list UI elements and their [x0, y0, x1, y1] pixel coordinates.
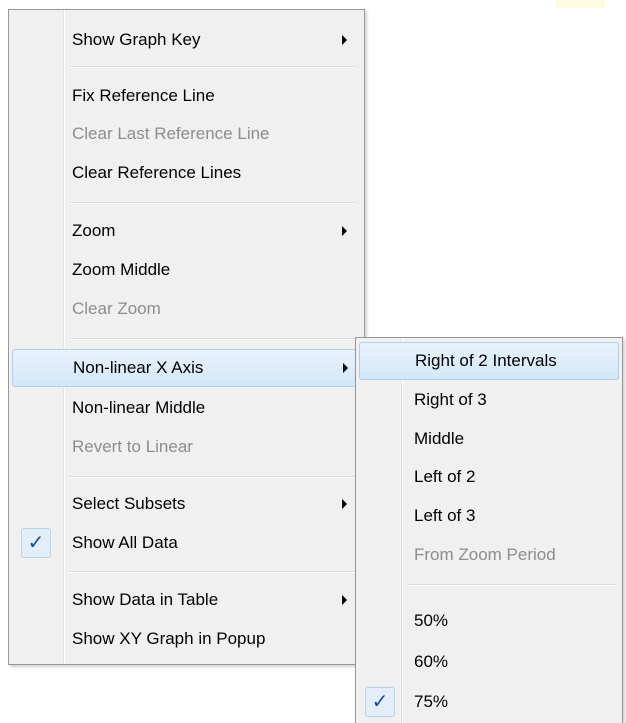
- menu-item-label: Clear Last Reference Line: [72, 124, 270, 143]
- menu-item-label: Right of 2 Intervals: [415, 351, 557, 370]
- menu-separator: [69, 476, 357, 478]
- menu-item-label: 75%: [414, 692, 449, 711]
- submenu-item-60-percent[interactable]: 60%: [356, 643, 622, 681]
- menu-item-show-data-in-table[interactable]: Show Data in Table: [9, 581, 364, 619]
- menu-item-label: Zoom Middle: [72, 260, 171, 279]
- menu-item-zoom-middle[interactable]: Zoom Middle: [9, 251, 364, 289]
- submenu-item-right-of-3[interactable]: Right of 3: [356, 381, 622, 419]
- menu-item-show-xy-graph-in-popup[interactable]: Show XY Graph in Popup: [9, 620, 364, 658]
- menu-item-label: Show XY Graph in Popup: [72, 629, 266, 648]
- submenu-item-left-of-2[interactable]: Left of 2: [356, 458, 622, 496]
- menu-item-show-all-data[interactable]: ✓ Show All Data: [9, 524, 364, 562]
- submenu-item-75-percent[interactable]: ✓ 75%: [356, 683, 622, 721]
- menu-item-label: Non-linear X Axis: [73, 358, 204, 377]
- menu-item-label: 60%: [414, 652, 449, 671]
- submenu-item-middle[interactable]: Middle: [356, 420, 622, 458]
- menu-separator: [69, 202, 357, 204]
- menu-item-clear-reference-lines[interactable]: Clear Reference Lines: [9, 154, 364, 192]
- menu-separator: [69, 338, 357, 340]
- menu-item-label: Left of 3: [414, 506, 476, 525]
- background-highlight-fragment: [556, 0, 606, 8]
- menu-item-label: Fix Reference Line: [72, 86, 215, 105]
- submenu-arrow-icon: [342, 35, 347, 45]
- menu-item-label: Zoom: [72, 221, 116, 240]
- submenu-item-right-of-2-intervals[interactable]: Right of 2 Intervals: [359, 342, 619, 380]
- menu-item-clear-zoom[interactable]: Clear Zoom: [9, 290, 364, 328]
- menu-item-revert-to-linear[interactable]: Revert to Linear: [9, 428, 364, 466]
- context-menu: Show Graph Key Fix Reference Line Clear …: [8, 9, 365, 665]
- menu-item-label: From Zoom Period: [414, 545, 556, 564]
- non-linear-x-axis-submenu: Right of 2 Intervals Right of 3 Middle L…: [355, 337, 623, 723]
- menu-item-label: Clear Reference Lines: [72, 163, 242, 182]
- submenu-arrow-icon: [342, 226, 347, 236]
- menu-item-clear-last-reference-line[interactable]: Clear Last Reference Line: [9, 115, 364, 153]
- submenu-item-left-of-3[interactable]: Left of 3: [356, 497, 622, 535]
- menu-item-label: Right of 3: [414, 390, 487, 409]
- menu-item-show-graph-key[interactable]: Show Graph Key: [9, 21, 364, 59]
- menu-item-label: Show Data in Table: [72, 590, 219, 609]
- submenu-item-from-zoom-period[interactable]: From Zoom Period: [356, 536, 622, 574]
- checkmark-icon: ✓: [365, 687, 395, 717]
- submenu-arrow-icon: [342, 499, 347, 509]
- menu-item-non-linear-x-axis[interactable]: Non-linear X Axis: [12, 349, 361, 387]
- menu-item-label: 50%: [414, 611, 449, 630]
- menu-item-label: Non-linear Middle: [72, 398, 206, 417]
- menu-item-label: Left of 2: [414, 467, 476, 486]
- menu-separator: [69, 66, 357, 68]
- menu-item-label: Show Graph Key: [72, 30, 201, 49]
- menu-item-label: Select Subsets: [72, 494, 186, 513]
- menu-item-fix-reference-line[interactable]: Fix Reference Line: [9, 77, 364, 115]
- menu-item-label: Show All Data: [72, 533, 178, 552]
- menu-item-select-subsets[interactable]: Select Subsets: [9, 485, 364, 523]
- checkmark-icon: ✓: [21, 528, 51, 558]
- menu-item-zoom[interactable]: Zoom: [9, 212, 364, 250]
- submenu-arrow-icon: [342, 595, 347, 605]
- submenu-arrow-icon: [343, 363, 348, 373]
- menu-item-label: Middle: [414, 429, 465, 448]
- submenu-item-50-percent[interactable]: 50%: [356, 602, 622, 640]
- menu-item-label: Revert to Linear: [72, 437, 193, 456]
- menu-separator: [69, 571, 357, 573]
- menu-item-label: Clear Zoom: [72, 299, 161, 318]
- menu-separator: [407, 584, 617, 586]
- menu-item-non-linear-middle[interactable]: Non-linear Middle: [9, 389, 364, 427]
